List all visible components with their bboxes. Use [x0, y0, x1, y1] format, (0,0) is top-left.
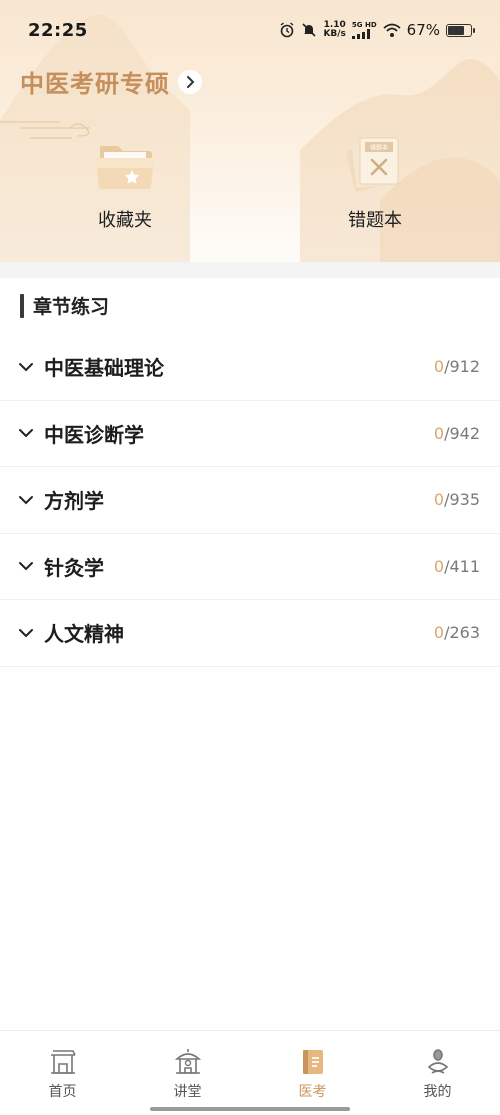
status-time: 22:25: [28, 19, 88, 41]
mute-bell-icon: [302, 23, 317, 37]
chapter-progress: 0/942: [434, 424, 480, 443]
folder-star-icon: [96, 146, 154, 189]
network-type: 5G HD: [351, 20, 377, 29]
chapter-total-count: /935: [444, 490, 480, 510]
network-speed: 1.10 KB/s: [323, 21, 345, 39]
section-title: 章节练习: [33, 296, 110, 318]
chapter-done-count: 0: [433, 623, 445, 643]
nav-label: 医考: [298, 1084, 327, 1100]
chapter-name: 方剂学: [44, 489, 104, 514]
chapter-name: 中医诊断学: [44, 422, 144, 447]
speed-unit: KB/s: [323, 29, 346, 39]
wrong-notebook-label: 错题本: [348, 210, 402, 231]
nav-item-lecture[interactable]: 讲堂: [125, 1031, 250, 1115]
favorites-button[interactable]: 收藏夹: [0, 132, 250, 242]
chevron-down-icon: [19, 628, 33, 638]
alarm-icon: [281, 22, 294, 38]
chapter-progress: 0/935: [434, 490, 480, 509]
chapter-done-count: 0: [433, 357, 445, 377]
section-marker: [20, 293, 24, 318]
chapter-total-count: /411: [444, 556, 480, 576]
wrong-notebook-button[interactable]: 错题本 错题本: [250, 132, 500, 242]
cellular-signal: 5G HD: [351, 20, 377, 39]
battery-percent: 67%: [406, 21, 440, 39]
section-header: 章节练习: [20, 292, 109, 319]
wrong-notebook-icon: 错题本: [345, 137, 399, 192]
chapter-name: 针灸学: [44, 555, 104, 580]
lecture-hall-icon: [174, 1049, 201, 1074]
page-title-link[interactable]: 中医考研专硕: [20, 64, 202, 99]
bottom-nav: 首页 讲堂 医考 我的: [0, 1030, 500, 1115]
chapter-done-count: 0: [433, 556, 445, 576]
status-icons: 1.10 KB/s 5G HD 67%: [279, 20, 475, 39]
chevron-down-icon: [19, 562, 33, 571]
chapter-row[interactable]: 中医基础理论 0/912: [0, 334, 500, 401]
nav-item-profile[interactable]: 我的: [375, 1031, 500, 1115]
chapter-total-count: /942: [444, 423, 480, 443]
chapter-row[interactable]: 针灸学 0/411: [0, 534, 500, 600]
profile-icon: [427, 1049, 448, 1074]
chapter-progress: 0/263: [434, 623, 480, 642]
nav-item-home[interactable]: 首页: [0, 1031, 125, 1115]
chevron-right-icon[interactable]: [178, 69, 202, 94]
chapter-total-count: /263: [444, 623, 480, 643]
page-title: 中医考研专硕: [20, 70, 170, 98]
chapter-progress: 0/411: [434, 557, 480, 576]
status-bar: 22:25 1.10 KB/s 5G HD 67%: [0, 0, 500, 60]
chapter-name: 中医基础理论: [44, 356, 164, 381]
shortcut-bar: 收藏夹 错题本 错题本: [0, 132, 500, 242]
nav-label: 首页: [48, 1084, 77, 1100]
chapter-total-count: /912: [444, 357, 480, 377]
home-indicator[interactable]: [150, 1107, 350, 1111]
chevron-down-icon: [19, 429, 33, 438]
chapter-name: 人文精神: [44, 622, 124, 647]
home-gate-icon: [50, 1050, 76, 1074]
chapter-done-count: 0: [433, 423, 445, 443]
chapter-row[interactable]: 中医诊断学 0/942: [0, 401, 500, 467]
nav-label: 我的: [423, 1084, 452, 1100]
section-divider: [0, 262, 500, 278]
chapter-done-count: 0: [433, 490, 445, 510]
nav-item-medical-exam[interactable]: 医考: [250, 1031, 375, 1115]
chapter-progress: 0/912: [434, 357, 480, 376]
battery-icon: [446, 23, 475, 37]
signal-bars-icon: [351, 28, 370, 39]
chevron-down-icon: [19, 362, 33, 372]
chapter-row[interactable]: 方剂学 0/935: [0, 467, 500, 534]
chapter-list: 中医基础理论 0/912 中医诊断学 0/942 方剂学 0/935 针灸学 0…: [0, 334, 500, 667]
wifi-icon: [383, 23, 401, 37]
favorites-label: 收藏夹: [98, 210, 152, 231]
nav-label: 讲堂: [173, 1084, 202, 1100]
chapter-row[interactable]: 人文精神 0/263: [0, 600, 500, 667]
battery-fill: [448, 25, 465, 35]
medical-exam-book-icon: [302, 1050, 323, 1074]
wrong-notebook-icon-text: 错题本: [370, 144, 388, 152]
chevron-down-icon: [19, 495, 33, 505]
